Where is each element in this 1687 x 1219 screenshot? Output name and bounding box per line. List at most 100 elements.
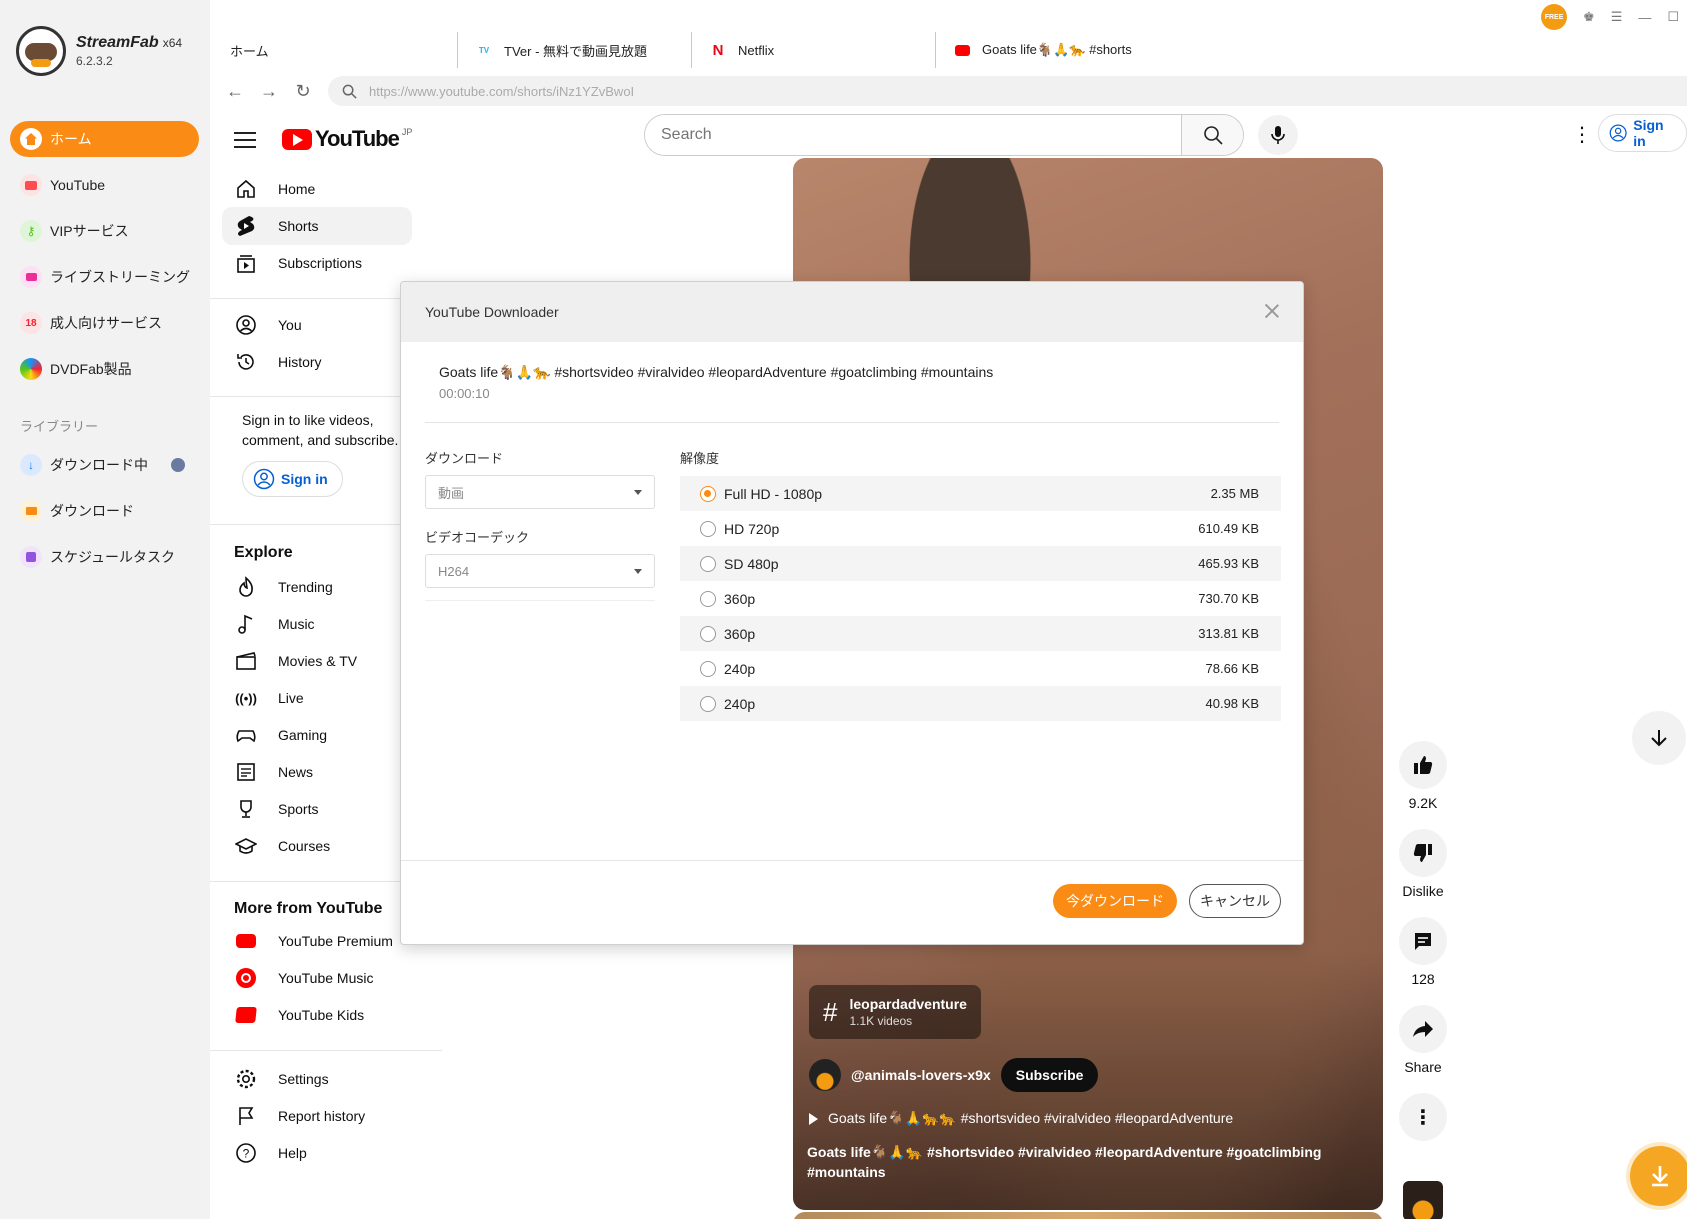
movies-icon [234,649,258,673]
guide-item-history[interactable]: History [222,343,412,381]
sign-in-button[interactable]: Sign in [1598,114,1687,152]
radio-selected[interactable] [700,485,716,502]
app-name: StreamFab [76,34,159,51]
courses-icon [234,834,258,858]
guide-item-sports[interactable]: Sports [222,790,412,828]
address-bar[interactable]: https://www.youtube.com/shorts/iNz1YZvBw… [328,76,1687,106]
youtube-logo[interactable]: YouTube JP [282,126,412,152]
sidebar-item-home[interactable]: ホーム [10,121,199,157]
sidebar-item-label: VIPサービス [50,223,129,239]
download-type-select[interactable]: 動画 [425,475,655,509]
guide-item-news[interactable]: News [222,753,412,791]
sidebar-item-dvdfab[interactable]: DVDFab製品 [10,351,199,387]
guide-item-movies[interactable]: Movies & TV [222,642,412,680]
footer-divider [401,860,1303,861]
guide-item-shorts[interactable]: Shorts [222,207,412,245]
short-description[interactable]: Goats life🐐🙏🐆 #shortsvideo #viralvideo #… [807,1142,1367,1182]
guide-item-you[interactable]: You [222,306,412,344]
guide-item-settings[interactable]: Settings [222,1060,412,1098]
settings-kebab-button[interactable]: ⋮ [1570,122,1594,146]
audio-row[interactable]: Goats life🐐🙏🐆🐆 #shortsvideo #viralvideo … [809,1110,1233,1127]
resolution-option[interactable]: SD 480p 465.93 KB [680,546,1281,581]
reload-icon[interactable]: ↻ [286,81,320,102]
guide-item-subscriptions[interactable]: Subscriptions [222,244,412,282]
resolution-option[interactable]: Full HD - 1080p 2.35 MB [680,476,1281,511]
audio-thumbnail[interactable] [1403,1181,1443,1219]
guide-sign-in-button[interactable]: Sign in [242,461,343,497]
guide-label: Gaming [278,727,328,743]
account-icon [1609,124,1627,142]
channel-avatar[interactable] [809,1059,841,1091]
guide-item-report[interactable]: Report history [222,1097,412,1135]
tab-tver[interactable]: TV TVer - 無料で動画見放題 [458,32,692,68]
sidebar-item-live[interactable]: ライブストリーミング [10,259,199,295]
search-input[interactable] [645,115,1181,155]
search-button[interactable] [1181,115,1243,155]
guide-label: Shorts [278,218,319,234]
library-item-downloading[interactable]: ↓ ダウンロード中 [10,447,199,483]
back-icon[interactable]: ← [218,81,252,102]
streamfab-download-fab[interactable] [1630,1146,1687,1206]
guide-item-trending[interactable]: Trending [222,568,412,606]
search-icon [1203,126,1223,145]
guide-item-kids[interactable]: YouTube Kids [222,996,412,1034]
guide-item-yt-music[interactable]: YouTube Music [222,959,412,997]
youtube-search [644,114,1244,156]
tab-netflix[interactable]: N Netflix [692,32,936,68]
shirt-icon[interactable]: ♚ [1583,9,1595,25]
channel-name[interactable]: @animals-lovers-x9x [851,1067,991,1083]
sidebar-item-youtube[interactable]: YouTube [10,167,199,203]
radio[interactable] [700,555,716,572]
resolution-list: Full HD - 1080p 2.35 MB HD 720p 610.49 K… [680,476,1281,721]
forward-icon[interactable]: → [252,81,286,102]
guide-item-courses[interactable]: Courses [222,827,412,865]
resolution-option[interactable]: HD 720p 610.49 KB [680,511,1281,546]
like-button[interactable] [1399,741,1447,789]
youtube-kids-icon [234,1003,258,1027]
close-icon[interactable] [1263,302,1281,320]
maximize-icon[interactable]: ☐ [1667,9,1679,25]
radio[interactable] [700,695,716,712]
hashtag-chip[interactable]: # leopardadventure 1.1K videos [809,985,981,1039]
dislike-button[interactable] [1399,829,1447,877]
guide-item-live[interactable]: ((•)) Live [222,679,412,717]
menu-icon[interactable]: ☰ [1611,9,1623,25]
guide-item-help[interactable]: ? Help [222,1134,412,1172]
guide-item-gaming[interactable]: Gaming [222,716,412,754]
tab-home[interactable]: ホーム [210,32,458,68]
more-actions-button[interactable]: ⋮ [1399,1093,1447,1141]
resolution-option[interactable]: 360p 730.70 KB [680,581,1281,616]
resolution-option[interactable]: 240p 40.98 KB [680,686,1281,721]
cancel-button[interactable]: キャンセル [1189,884,1281,918]
sidebar-item-adult[interactable]: 18 成人向けサービス [10,305,199,341]
download-now-button[interactable]: 今ダウンロード [1053,884,1177,918]
share-button[interactable] [1399,1005,1447,1053]
library-item-schedule[interactable]: スケジュールタスク [10,539,199,575]
comment-count: 128 [1411,971,1435,987]
voice-search-button[interactable] [1258,115,1298,155]
guide-menu-button[interactable] [234,132,256,148]
resolution-size: 313.81 KB [1198,626,1259,641]
radio[interactable] [700,520,716,537]
minimize-icon[interactable]: — [1638,10,1651,25]
tab-youtube-short[interactable]: Goats life🐐🙏🐆 #shorts [936,32,1168,68]
codec-select[interactable]: H264 [425,554,655,588]
library-item-downloaded[interactable]: ダウンロード [10,493,199,529]
guide-item-premium[interactable]: YouTube Premium [222,922,412,960]
resolution-name: SD 480p [724,555,779,572]
free-badge[interactable]: FREE [1541,4,1568,30]
radio[interactable] [700,625,716,642]
guide-item-music[interactable]: Music [222,605,412,643]
guide-item-home[interactable]: Home [222,170,412,208]
sidebar-item-label: ダウンロード中 [50,457,148,473]
next-short-preview[interactable] [793,1212,1383,1219]
next-short-button[interactable] [1632,711,1686,765]
radio[interactable] [700,660,716,677]
subscribe-button[interactable]: Subscribe [1000,1058,1099,1092]
resolution-option[interactable]: 360p 313.81 KB [680,616,1281,651]
radio[interactable] [700,590,716,607]
app-sidebar: StreamFab x64 6.2.3.2 ホーム YouTube ⚷ VIPサー… [0,0,210,1219]
sidebar-item-vip[interactable]: ⚷ VIPサービス [10,213,199,249]
comments-button[interactable] [1399,917,1447,965]
resolution-option[interactable]: 240p 78.66 KB [680,651,1281,686]
